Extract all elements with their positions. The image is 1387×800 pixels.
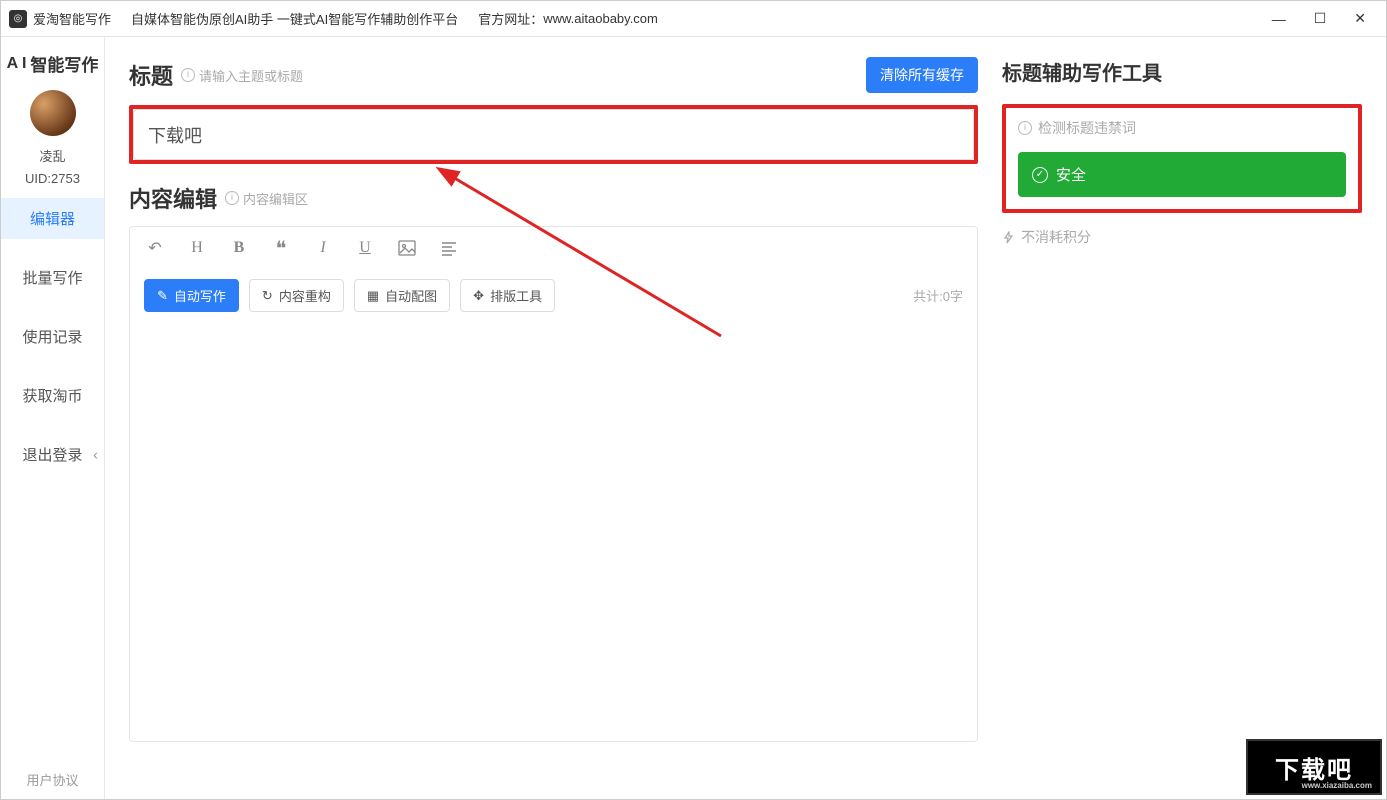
points-text: 不消耗积分 bbox=[1021, 227, 1091, 247]
editor-action-row: ✎ 自动写作 ↻ 内容重构 ▦ 自动配图 ✥ 排版工具 共计:0字 bbox=[129, 269, 978, 322]
safe-badge: ✓ 安全 bbox=[1018, 152, 1346, 197]
restructure-label: 内容重构 bbox=[279, 286, 331, 305]
check-label-text: 检测标题违禁词 bbox=[1038, 118, 1136, 138]
nav-item-label: 编辑器 bbox=[30, 211, 75, 228]
title-section-header: 标题 i 请输入主题或标题 清除所有缓存 bbox=[129, 57, 978, 93]
logo-text: 智能写作 bbox=[30, 51, 98, 76]
content-heading: 内容编辑 bbox=[129, 182, 217, 214]
site-label: 官方网址： bbox=[478, 9, 543, 28]
nav-item-label: 退出登录 bbox=[22, 447, 82, 464]
close-button[interactable]: ✕ bbox=[1354, 10, 1366, 27]
nav-item-batch[interactable]: 批量写作 bbox=[1, 257, 104, 298]
title-hint: i 请输入主题或标题 bbox=[181, 66, 303, 85]
window-controls: — ☐ ✕ bbox=[1272, 10, 1378, 27]
app-icon: ◎ bbox=[9, 10, 27, 28]
editor-body[interactable] bbox=[129, 322, 978, 742]
content-hint: i 内容编辑区 bbox=[225, 189, 308, 208]
underline-icon[interactable]: U bbox=[354, 237, 376, 259]
align-icon[interactable] bbox=[438, 237, 460, 259]
avatar[interactable] bbox=[30, 90, 76, 136]
maximize-button[interactable]: ☐ bbox=[1314, 10, 1327, 27]
restructure-button[interactable]: ↻ 内容重构 bbox=[249, 279, 344, 312]
nav-item-history[interactable]: 使用记录 bbox=[1, 316, 104, 357]
quote-icon[interactable]: ❝ bbox=[270, 237, 292, 259]
title-input[interactable] bbox=[133, 109, 974, 160]
nav-item-logout[interactable]: 退出登录 ‹ bbox=[1, 434, 104, 475]
info-icon: i bbox=[181, 68, 195, 82]
italic-icon[interactable]: I bbox=[312, 237, 334, 259]
assist-heading: 标题辅助写作工具 bbox=[1002, 57, 1362, 86]
sidebar: A I 智能写作 凌乱 UID:2753 编辑器 批量写作 使用记录 获取淘币 … bbox=[1, 37, 105, 799]
uid: UID:2753 bbox=[25, 171, 80, 186]
layout-tool-label: 排版工具 bbox=[490, 286, 542, 305]
points-info: 不消耗积分 bbox=[1002, 227, 1362, 247]
minimize-button[interactable]: — bbox=[1272, 10, 1286, 27]
app-description: 自媒体智能伪原创AI助手 一键式AI智能写作辅助创作平台 bbox=[131, 9, 458, 28]
nav-item-label: 批量写作 bbox=[22, 270, 82, 287]
logo: A I 智能写作 bbox=[7, 51, 99, 76]
image-icon[interactable] bbox=[396, 237, 418, 259]
content-hint-text: 内容编辑区 bbox=[243, 189, 308, 208]
watermark-text: 下载吧 bbox=[1275, 750, 1353, 785]
assist-highlight: i 检测标题违禁词 ✓ 安全 bbox=[1002, 104, 1362, 213]
nav-item-coins[interactable]: 获取淘币 bbox=[1, 375, 104, 416]
footer-link-terms[interactable]: 用户协议 bbox=[1, 770, 104, 789]
pencil-icon: ✎ bbox=[157, 288, 168, 304]
auto-write-button[interactable]: ✎ 自动写作 bbox=[144, 279, 239, 312]
refresh-icon: ↻ bbox=[262, 288, 273, 304]
check-circle-icon: ✓ bbox=[1032, 167, 1048, 183]
heading-icon[interactable]: H bbox=[186, 237, 208, 259]
info-icon: i bbox=[225, 191, 239, 205]
nav-item-editor[interactable]: 编辑器 bbox=[1, 198, 104, 239]
assist-panel: 标题辅助写作工具 i 检测标题违禁词 ✓ 安全 不消耗积分 bbox=[1002, 57, 1362, 779]
username: 凌乱 bbox=[39, 146, 65, 165]
nav-item-label: 使用记录 bbox=[22, 329, 82, 346]
editor-toolbar: ↶ H B ❝ I U bbox=[129, 226, 978, 269]
nav: 编辑器 批量写作 使用记录 获取淘币 退出登录 ‹ bbox=[1, 198, 104, 475]
info-icon: i bbox=[1018, 121, 1032, 135]
titlebar: ◎ 爱淘智能写作 自媒体智能伪原创AI助手 一键式AI智能写作辅助创作平台 官方… bbox=[1, 1, 1386, 37]
layout-icon: ✥ bbox=[473, 288, 484, 304]
watermark-sub: www.xiazaiba.com bbox=[1302, 781, 1372, 790]
safe-text: 安全 bbox=[1056, 164, 1086, 185]
picture-icon: ▦ bbox=[367, 288, 379, 304]
title-heading: 标题 bbox=[129, 59, 173, 91]
auto-image-label: 自动配图 bbox=[385, 286, 437, 305]
site-url: www.aitaobaby.com bbox=[543, 11, 658, 26]
chevron-left-icon: ‹ bbox=[93, 446, 98, 463]
nav-item-label: 获取淘币 bbox=[22, 388, 82, 405]
bold-icon[interactable]: B bbox=[228, 237, 250, 259]
content-section-header: 内容编辑 i 内容编辑区 bbox=[129, 182, 978, 214]
undo-icon[interactable]: ↶ bbox=[144, 237, 166, 259]
auto-image-button[interactable]: ▦ 自动配图 bbox=[354, 279, 450, 312]
app-name: 爱淘智能写作 bbox=[33, 9, 111, 28]
logo-mark: A I bbox=[7, 55, 27, 73]
check-forbidden-words: i 检测标题违禁词 bbox=[1018, 118, 1346, 138]
title-input-highlight bbox=[129, 105, 978, 164]
clear-cache-button[interactable]: 清除所有缓存 bbox=[866, 57, 978, 93]
layout-tool-button[interactable]: ✥ 排版工具 bbox=[460, 279, 555, 312]
word-count: 共计:0字 bbox=[913, 286, 963, 305]
watermark: 下载吧 www.xiazaiba.com bbox=[1246, 739, 1382, 795]
bolt-icon bbox=[1002, 231, 1015, 244]
title-hint-text: 请输入主题或标题 bbox=[199, 66, 303, 85]
auto-write-label: 自动写作 bbox=[174, 286, 226, 305]
